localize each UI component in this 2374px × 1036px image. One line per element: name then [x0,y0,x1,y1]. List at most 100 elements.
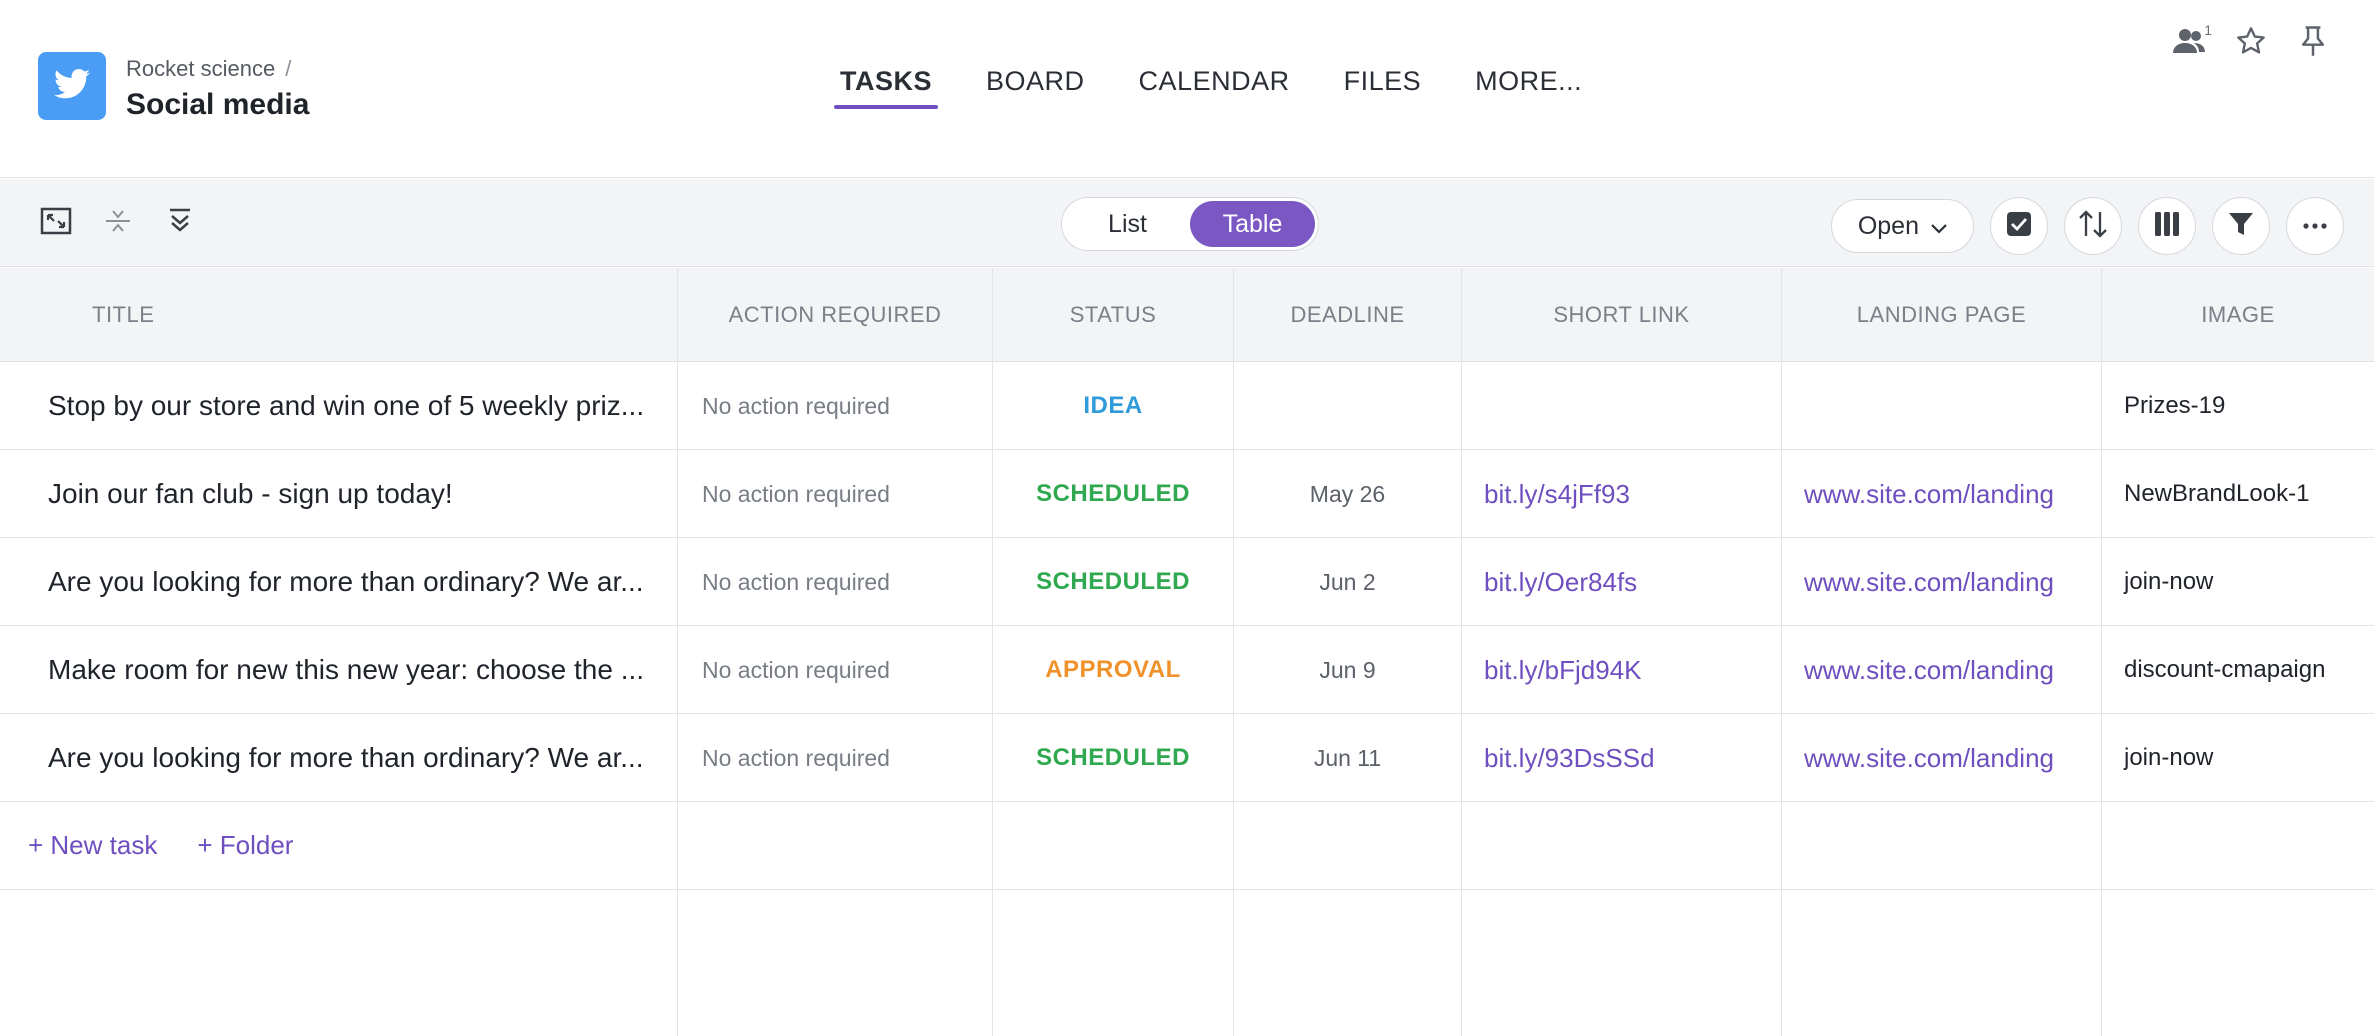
column-header-landing-page[interactable]: LANDING PAGE [1782,268,2102,362]
table-view-button[interactable]: Table [1190,201,1315,247]
members-button[interactable]: 1 [2172,22,2212,60]
new-folder-button[interactable]: + Folder [197,830,293,861]
fullscreen-button[interactable] [38,205,74,241]
task-title[interactable]: Make room for new this new year: choose … [0,626,678,714]
checkbox-toggle-button[interactable] [1990,197,2048,255]
status-filter-dropdown[interactable]: Open [1830,199,1974,253]
empty-cell [1462,802,1782,889]
header-actions: 1 [2172,22,2330,62]
image-cell[interactable]: Prizes-19 [2102,362,2374,450]
deadline-cell[interactable]: May 26 [1234,450,1462,538]
chevron-down-icon [1931,212,1947,241]
view-toolbar: List Table Open [0,179,2374,267]
app-header: Rocket science / Social media TASKS BOARD… [0,0,2374,178]
deadline-cell[interactable] [1234,362,1462,450]
tab-calendar[interactable]: CALENDAR [1133,66,1296,109]
table-row[interactable]: Are you looking for more than ordinary? … [0,538,2374,626]
list-view-button[interactable]: List [1065,201,1190,247]
status-filter-value: Open [1857,211,1919,240]
table-row[interactable]: Stop by our store and win one of 5 weekl… [0,362,2374,450]
tab-board[interactable]: BOARD [980,66,1091,109]
status-badge[interactable]: SCHEDULED [993,450,1234,538]
landing-page-cell[interactable] [1782,362,2102,450]
breadcrumb-separator: / [285,56,292,81]
add-row: + New task + Folder [0,802,2374,890]
action-required-cell[interactable]: No action required [678,626,993,714]
empty-cell [1782,802,2102,889]
image-cell[interactable]: discount-cmapaign [2102,626,2374,714]
members-count: 1 [2204,22,2212,38]
main-nav: TASKS BOARD CALENDAR FILES MORE... [834,66,1630,109]
filter-button[interactable] [2212,197,2270,255]
pin-button[interactable] [2296,25,2330,62]
sort-button[interactable] [2064,197,2122,255]
short-link-cell[interactable]: bit.ly/s4jFf93 [1462,450,1782,538]
empty-cell [2102,890,2374,1036]
pin-icon [2298,25,2328,62]
project-logo[interactable] [38,52,106,120]
empty-cell [678,802,993,889]
deadline-cell[interactable]: Jun 9 [1234,626,1462,714]
task-title[interactable]: Stop by our store and win one of 5 weekl… [0,362,678,450]
collapse-all-button[interactable] [100,205,136,241]
task-title[interactable]: Are you looking for more than ordinary? … [0,714,678,802]
task-title[interactable]: Are you looking for more than ordinary? … [0,538,678,626]
empty-cell [993,802,1234,889]
column-header-action-required[interactable]: ACTION REQUIRED [678,268,993,362]
members-icon [2172,27,2206,60]
task-title[interactable]: Join our fan club - sign up today! [0,450,678,538]
action-required-cell[interactable]: No action required [678,538,993,626]
status-badge[interactable]: SCHEDULED [993,538,1234,626]
table-row[interactable]: Are you looking for more than ordinary? … [0,714,2374,802]
more-dots-icon [2303,217,2327,235]
image-cell[interactable]: join-now [2102,714,2374,802]
collapse-icon [104,207,132,240]
landing-page-cell[interactable]: www.site.com/landing [1782,538,2102,626]
star-icon [2235,25,2267,62]
image-cell[interactable]: NewBrandLook-1 [2102,450,2374,538]
status-badge[interactable]: IDEA [993,362,1234,450]
landing-page-cell[interactable]: www.site.com/landing [1782,626,2102,714]
short-link-cell[interactable] [1462,362,1782,450]
tab-tasks[interactable]: TASKS [834,66,939,109]
new-task-button[interactable]: + New task [28,830,157,861]
action-required-cell[interactable]: No action required [678,714,993,802]
tab-more[interactable]: MORE... [1469,66,1588,109]
empty-cell [1782,890,2102,1036]
empty-area [0,890,2374,1036]
sort-icon [2077,209,2109,243]
page-title: Social media [126,88,310,121]
empty-cell [993,890,1234,1036]
twitter-bird-icon [54,68,90,104]
column-header-title[interactable]: TITLE [0,268,678,362]
column-header-deadline[interactable]: DEADLINE [1234,268,1462,362]
more-options-button[interactable] [2286,197,2344,255]
tasks-table: TITLE ACTION REQUIRED STATUS DEADLINE SH… [0,268,2374,1036]
image-cell[interactable]: join-now [2102,538,2374,626]
landing-page-cell[interactable]: www.site.com/landing [1782,450,2102,538]
breadcrumb-parent[interactable]: Rocket science [126,56,275,81]
table-row[interactable]: Join our fan club - sign up today! No ac… [0,450,2374,538]
status-badge[interactable]: APPROVAL [993,626,1234,714]
column-header-image[interactable]: IMAGE [2102,268,2374,362]
column-header-status[interactable]: STATUS [993,268,1234,362]
table-row[interactable]: Make room for new this new year: choose … [0,626,2374,714]
landing-page-cell[interactable]: www.site.com/landing [1782,714,2102,802]
status-badge[interactable]: SCHEDULED [993,714,1234,802]
deadline-cell[interactable]: Jun 2 [1234,538,1462,626]
column-header-short-link[interactable]: SHORT LINK [1462,268,1782,362]
empty-cell [1234,802,1462,889]
tab-files[interactable]: FILES [1338,66,1428,109]
add-actions: + New task + Folder [0,802,678,889]
expand-all-button[interactable] [162,205,198,241]
short-link-cell[interactable]: bit.ly/Oer84fs [1462,538,1782,626]
columns-button[interactable] [2138,197,2196,255]
action-required-cell[interactable]: No action required [678,450,993,538]
empty-cell [1234,890,1462,1036]
favorite-button[interactable] [2234,26,2268,60]
short-link-cell[interactable]: bit.ly/bFjd94K [1462,626,1782,714]
checkbox-icon [2006,211,2032,242]
action-required-cell[interactable]: No action required [678,362,993,450]
short-link-cell[interactable]: bit.ly/93DsSSd [1462,714,1782,802]
deadline-cell[interactable]: Jun 11 [1234,714,1462,802]
